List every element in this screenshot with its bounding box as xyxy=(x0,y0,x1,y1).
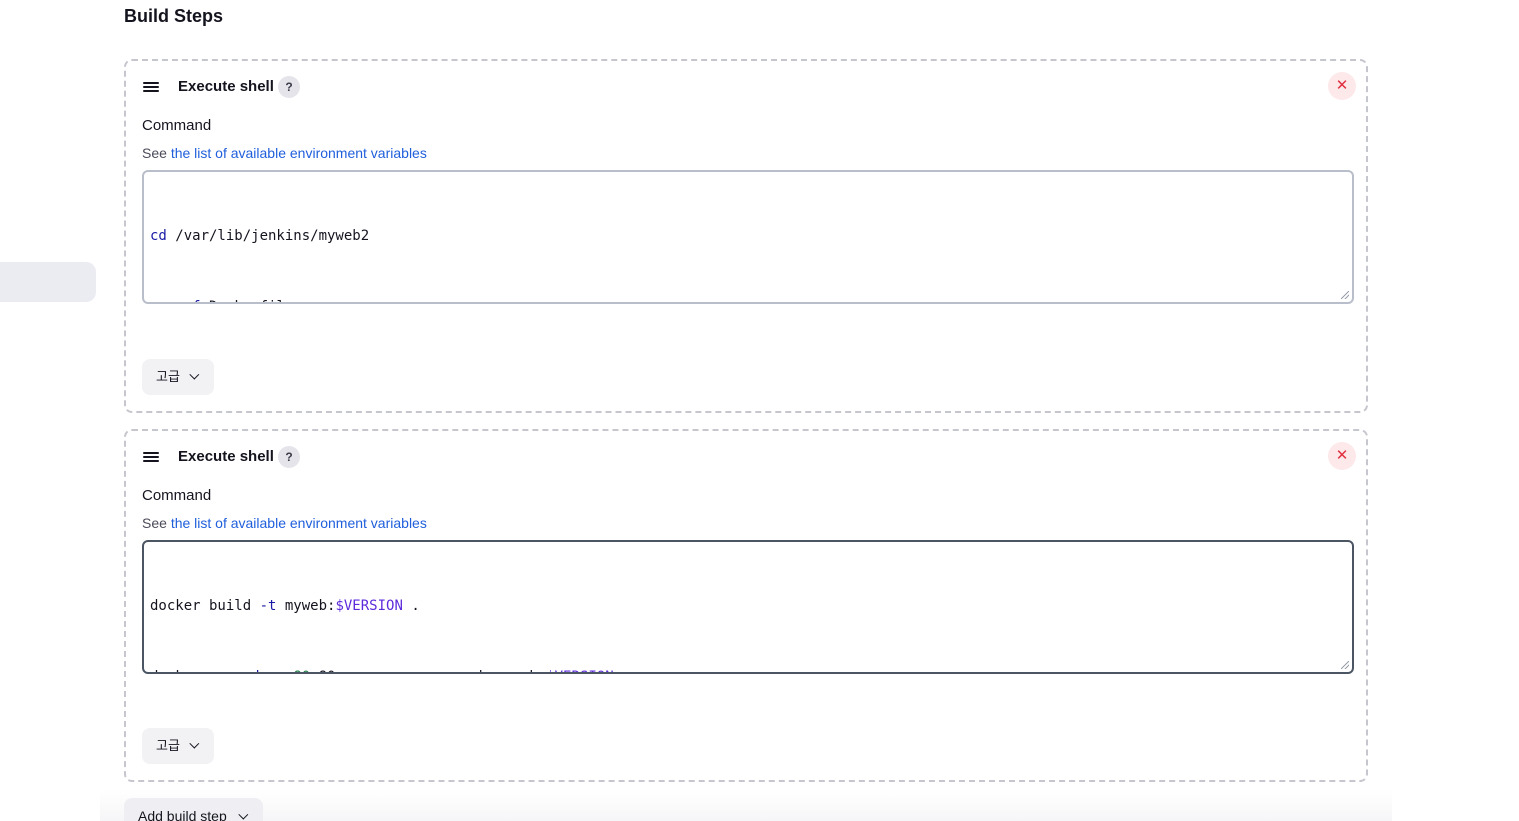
build-step-1: Execute shell ? ✕ Command See the list o… xyxy=(124,59,1368,413)
step-title: Execute shell xyxy=(178,78,274,95)
help-icon[interactable]: ? xyxy=(278,446,300,468)
code-line: cd /var/lib/jenkins/myweb2 xyxy=(150,228,370,244)
env-vars-link[interactable]: the list of available environment variab… xyxy=(171,145,427,161)
advanced-button[interactable]: 고급 xyxy=(142,728,214,764)
advanced-label: 고급 xyxy=(156,369,180,384)
add-build-step-button[interactable]: Add build step xyxy=(124,798,263,821)
build-step-2: Execute shell ? ✕ Command See the list o… xyxy=(124,429,1368,782)
help-prefix: See xyxy=(142,515,171,531)
close-icon[interactable]: ✕ xyxy=(1328,442,1356,470)
sidebar-active-item[interactable] xyxy=(0,262,96,302)
drag-handle-icon[interactable] xyxy=(143,82,159,92)
chevron-down-icon xyxy=(189,369,200,380)
chevron-down-icon xyxy=(189,738,200,749)
env-vars-link[interactable]: the list of available environment variab… xyxy=(171,515,427,531)
sticky-footer-bar xyxy=(100,790,1392,821)
command-label: Command xyxy=(142,487,212,504)
resize-grip-icon[interactable] xyxy=(1341,291,1349,299)
resize-grip-icon[interactable] xyxy=(1341,661,1349,669)
chevron-down-icon xyxy=(238,809,249,820)
advanced-label: 고급 xyxy=(156,738,180,753)
command-editor[interactable]: cd /var/lib/jenkins/myweb2 rm -rf Docker… xyxy=(142,170,1354,304)
advanced-button[interactable]: 고급 xyxy=(142,359,214,395)
add-build-step-label: Add build step xyxy=(138,808,227,821)
section-title: Build Steps xyxy=(124,6,224,26)
step-title: Execute shell xyxy=(178,448,274,465)
command-label: Command xyxy=(142,117,212,134)
help-icon[interactable]: ? xyxy=(278,76,300,98)
help-prefix: See xyxy=(142,145,171,161)
code-line: rm -rf Dockerfile xyxy=(150,296,1346,303)
drag-handle-icon[interactable] xyxy=(143,452,159,462)
code-line: docker build -t myweb:$VERSION . xyxy=(150,598,420,614)
command-editor[interactable]: docker build -t myweb:$VERSION . docker … xyxy=(142,540,1354,674)
env-vars-help: See the list of available environment va… xyxy=(142,143,427,163)
code-line: docker run -d -p 80:80 --rm --name myweb… xyxy=(150,666,1346,673)
close-icon[interactable]: ✕ xyxy=(1328,72,1356,100)
build-steps-page: Build Steps Execute shell ? ✕ Command Se… xyxy=(0,0,1519,821)
env-vars-help: See the list of available environment va… xyxy=(142,513,427,533)
